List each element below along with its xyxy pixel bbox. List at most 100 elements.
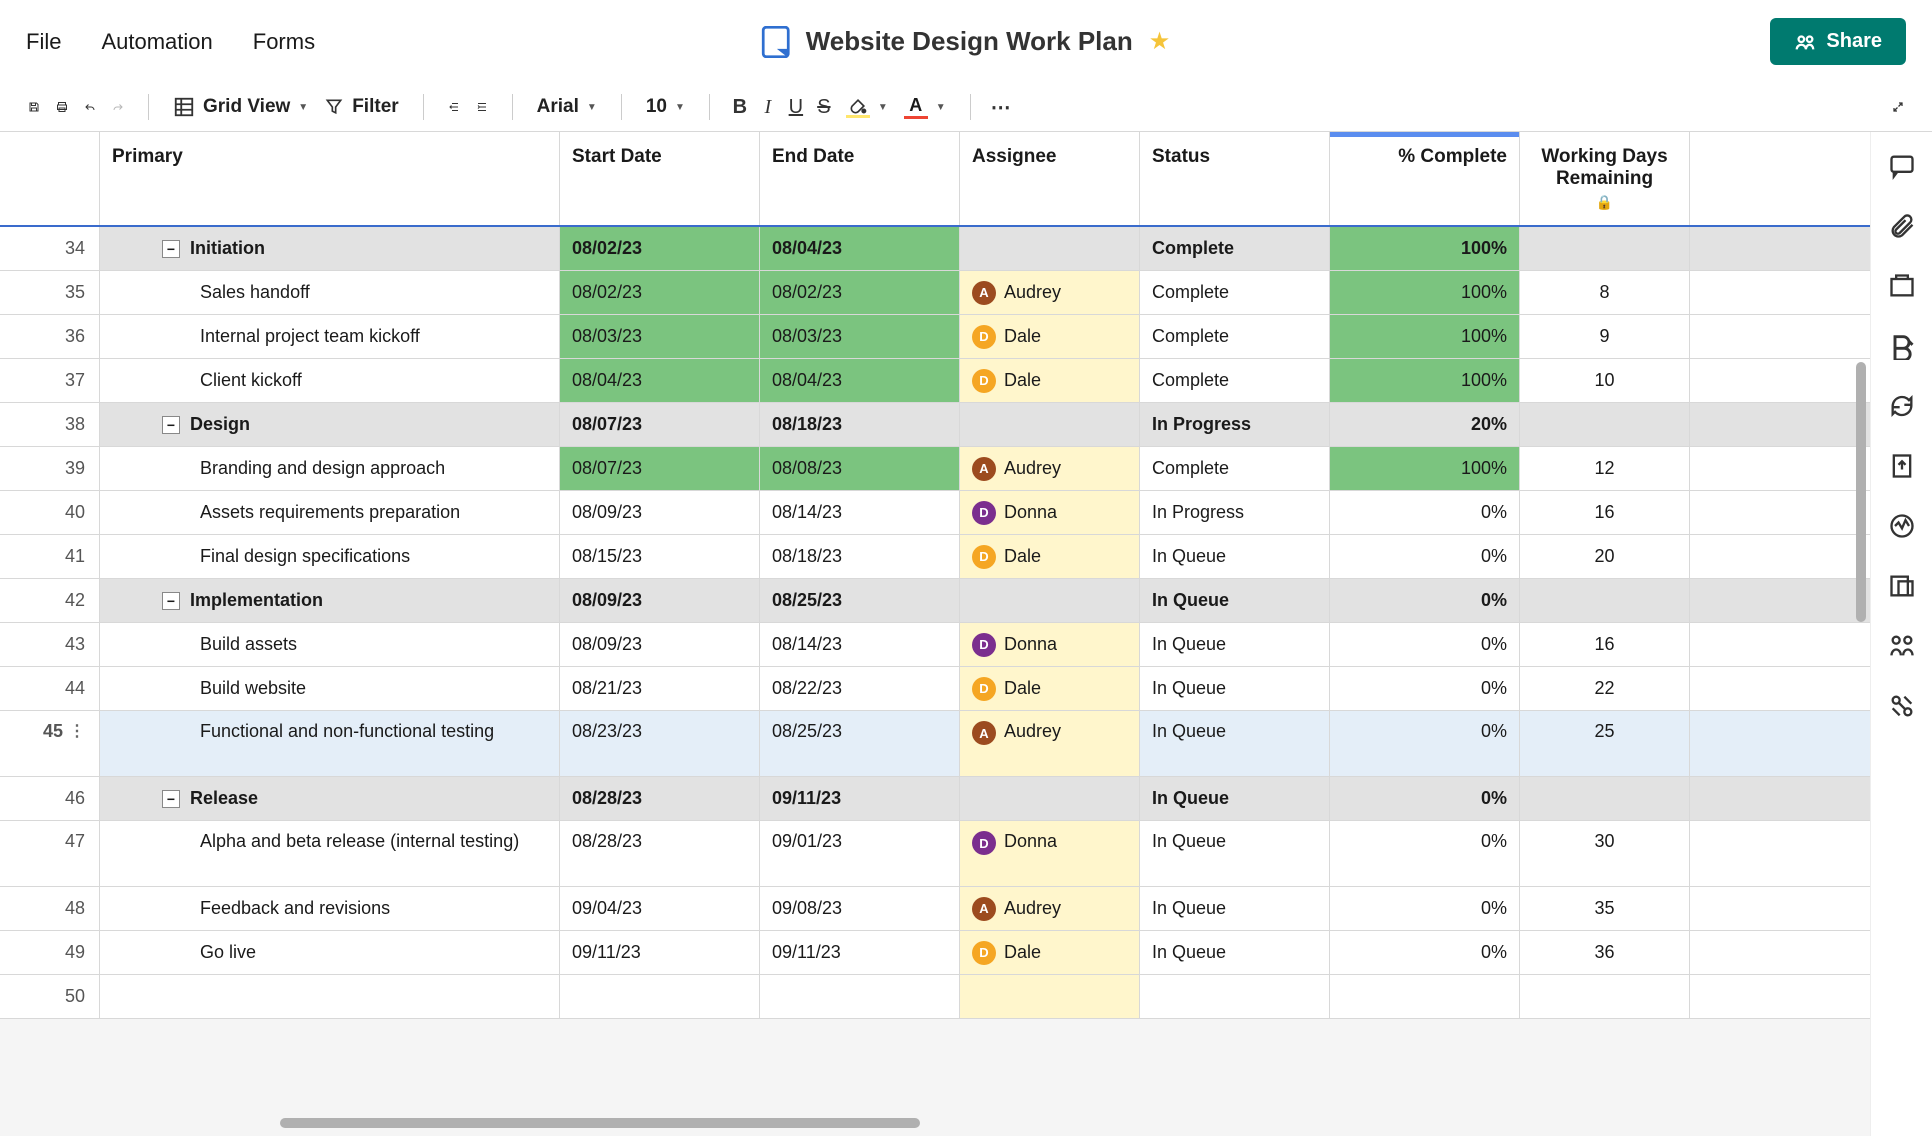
cell-working-days[interactable]: 22 (1520, 667, 1690, 710)
cell-start-date[interactable]: 08/03/23 (560, 315, 760, 358)
cell-primary[interactable]: Client kickoff (100, 359, 560, 402)
proofs-icon[interactable] (1888, 272, 1916, 300)
cell-end-date[interactable]: 09/08/23 (760, 887, 960, 930)
row-number[interactable]: 34 (0, 227, 100, 270)
cell-percent-complete[interactable]: 0% (1330, 535, 1520, 578)
cell-primary[interactable]: −Implementation (100, 579, 560, 622)
row-number[interactable]: 45⋮ (0, 711, 100, 776)
redo-icon[interactable] (106, 95, 130, 119)
cell-working-days[interactable]: 12 (1520, 447, 1690, 490)
print-icon[interactable] (50, 95, 74, 119)
text-color-button[interactable]: A ▼ (898, 91, 952, 123)
table-row[interactable]: 42−Implementation08/09/2308/25/23In Queu… (0, 579, 1870, 623)
cell-working-days[interactable]: 10 (1520, 359, 1690, 402)
publish-icon[interactable] (1888, 452, 1916, 480)
cell[interactable] (560, 975, 760, 1018)
cell-assignee[interactable]: DDonna (960, 491, 1140, 534)
table-row[interactable]: 47Alpha and beta release (internal testi… (0, 821, 1870, 887)
cell-end-date[interactable]: 08/25/23 (760, 579, 960, 622)
table-row[interactable]: 44Build website08/21/2308/22/23DDaleIn Q… (0, 667, 1870, 711)
cell-primary[interactable]: Alpha and beta release (internal testing… (100, 821, 560, 886)
cell-working-days[interactable] (1520, 777, 1690, 820)
cell[interactable] (960, 975, 1140, 1018)
cell-percent-complete[interactable]: 0% (1330, 711, 1520, 776)
row-number[interactable]: 36 (0, 315, 100, 358)
filter-button[interactable]: Filter (318, 92, 404, 122)
row-number[interactable]: 44 (0, 667, 100, 710)
cell-start-date[interactable]: 08/28/23 (560, 821, 760, 886)
cell-status[interactable]: Complete (1140, 227, 1330, 270)
expand-icon[interactable] (1886, 95, 1910, 119)
cell-percent-complete[interactable]: 100% (1330, 315, 1520, 358)
cell-primary[interactable]: −Release (100, 777, 560, 820)
row-number[interactable]: 35 (0, 271, 100, 314)
cell-percent-complete[interactable]: 100% (1330, 227, 1520, 270)
column-header-end-date[interactable]: End Date (760, 132, 960, 225)
cell-end-date[interactable]: 08/18/23 (760, 403, 960, 446)
cell-percent-complete[interactable]: 0% (1330, 579, 1520, 622)
undo-icon[interactable] (78, 95, 102, 119)
view-selector[interactable]: Grid View ▼ (167, 92, 314, 122)
fill-color-button[interactable]: ▼ (840, 93, 894, 122)
cell-start-date[interactable]: 08/23/23 (560, 711, 760, 776)
cell-working-days[interactable]: 25 (1520, 711, 1690, 776)
cell-working-days[interactable]: 36 (1520, 931, 1690, 974)
cell-status[interactable]: In Progress (1140, 403, 1330, 446)
cell-start-date[interactable]: 08/07/23 (560, 447, 760, 490)
table-row[interactable]: 40Assets requirements preparation08/09/2… (0, 491, 1870, 535)
table-row[interactable]: 34−Initiation08/02/2308/04/23Complete100… (0, 227, 1870, 271)
table-row[interactable]: 46−Release08/28/2309/11/23In Queue0% (0, 777, 1870, 821)
cell-status[interactable]: Complete (1140, 359, 1330, 402)
cell-start-date[interactable]: 08/21/23 (560, 667, 760, 710)
more-options-icon[interactable]: ⋯ (989, 95, 1013, 119)
cell-status[interactable]: Complete (1140, 271, 1330, 314)
summary-icon[interactable] (1888, 572, 1916, 600)
cell-start-date[interactable]: 08/09/23 (560, 579, 760, 622)
row-number[interactable]: 39 (0, 447, 100, 490)
cell-start-date[interactable]: 08/28/23 (560, 777, 760, 820)
cell-start-date[interactable]: 08/02/23 (560, 271, 760, 314)
cell-assignee[interactable] (960, 227, 1140, 270)
cell-status[interactable]: In Queue (1140, 887, 1330, 930)
collapse-icon[interactable]: − (162, 416, 180, 434)
cell-percent-complete[interactable]: 0% (1330, 887, 1520, 930)
cell-working-days[interactable]: 16 (1520, 491, 1690, 534)
table-row[interactable]: 41Final design specifications08/15/2308/… (0, 535, 1870, 579)
indent-icon[interactable] (470, 95, 494, 119)
cell-assignee[interactable]: AAudrey (960, 447, 1140, 490)
cell-percent-complete[interactable]: 20% (1330, 403, 1520, 446)
cell-working-days[interactable] (1520, 227, 1690, 270)
cell-status[interactable]: Complete (1140, 447, 1330, 490)
cell-assignee[interactable]: AAudrey (960, 711, 1140, 776)
cell-assignee[interactable]: DDale (960, 315, 1140, 358)
comments-icon[interactable] (1888, 152, 1916, 180)
table-row[interactable]: 38−Design08/07/2308/18/23In Progress20% (0, 403, 1870, 447)
menu-automation[interactable]: Automation (101, 29, 212, 55)
cell-assignee[interactable]: DDale (960, 535, 1140, 578)
cell-percent-complete[interactable]: 0% (1330, 623, 1520, 666)
cell-end-date[interactable]: 08/02/23 (760, 271, 960, 314)
cell-end-date[interactable]: 09/01/23 (760, 821, 960, 886)
cell-end-date[interactable]: 08/14/23 (760, 491, 960, 534)
cell-working-days[interactable]: 30 (1520, 821, 1690, 886)
row-number[interactable]: 38 (0, 403, 100, 446)
cell-percent-complete[interactable]: 100% (1330, 271, 1520, 314)
collapse-icon[interactable]: − (162, 592, 180, 610)
table-row[interactable]: 35Sales handoff08/02/2308/02/23AAudreyCo… (0, 271, 1870, 315)
cell-assignee[interactable]: DDale (960, 667, 1140, 710)
row-menu-icon[interactable]: ⋮ (69, 721, 85, 741)
cell-end-date[interactable]: 08/14/23 (760, 623, 960, 666)
cell-end-date[interactable]: 09/11/23 (760, 931, 960, 974)
cell-assignee[interactable]: DDale (960, 359, 1140, 402)
vertical-scrollbar[interactable] (1856, 362, 1866, 622)
cell-end-date[interactable]: 08/08/23 (760, 447, 960, 490)
collapse-icon[interactable]: − (162, 240, 180, 258)
cell[interactable] (1140, 975, 1330, 1018)
cell-primary[interactable]: −Initiation (100, 227, 560, 270)
italic-icon[interactable]: I (756, 95, 780, 119)
font-selector[interactable]: Arial ▼ (531, 92, 603, 122)
cell-percent-complete[interactable]: 0% (1330, 491, 1520, 534)
resource-icon[interactable] (1888, 632, 1916, 660)
column-header-status[interactable]: Status (1140, 132, 1330, 225)
menu-forms[interactable]: Forms (253, 29, 315, 55)
